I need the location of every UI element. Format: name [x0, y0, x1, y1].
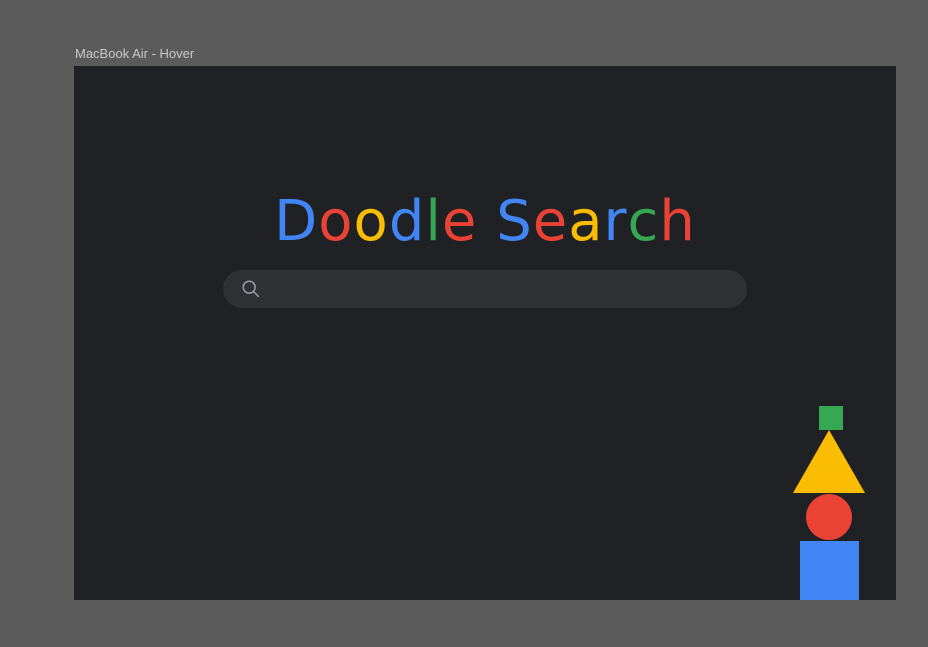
logo-letter: r [603, 189, 628, 254]
logo-letter: e [441, 189, 478, 254]
red-circle-shape [806, 494, 852, 540]
doodle-search-logo: Doodle Search [74, 194, 896, 250]
macbook-air-frame: Doodle Search [74, 66, 896, 600]
logo-letter: o [318, 189, 354, 254]
search-input[interactable] [262, 270, 747, 308]
logo-letter: S [496, 189, 533, 254]
logo-letter: d [388, 189, 426, 254]
logo-letter [477, 194, 496, 250]
stacked-shapes-illustration [790, 403, 870, 600]
search-bar[interactable] [223, 270, 747, 308]
logo-letter: l [425, 189, 442, 254]
logo-letter: h [659, 189, 696, 254]
logo-letter: e [532, 189, 569, 254]
blue-square-shape [800, 541, 859, 600]
logo-letter: D [274, 189, 319, 254]
green-square-shape [819, 406, 843, 430]
frame-label: MacBook Air - Hover [75, 46, 195, 61]
logo-letter: c [627, 189, 660, 254]
yellow-triangle-shape [793, 430, 865, 493]
search-icon [242, 280, 260, 298]
logo-letter: o [353, 189, 389, 254]
logo-letter: a [568, 189, 604, 254]
